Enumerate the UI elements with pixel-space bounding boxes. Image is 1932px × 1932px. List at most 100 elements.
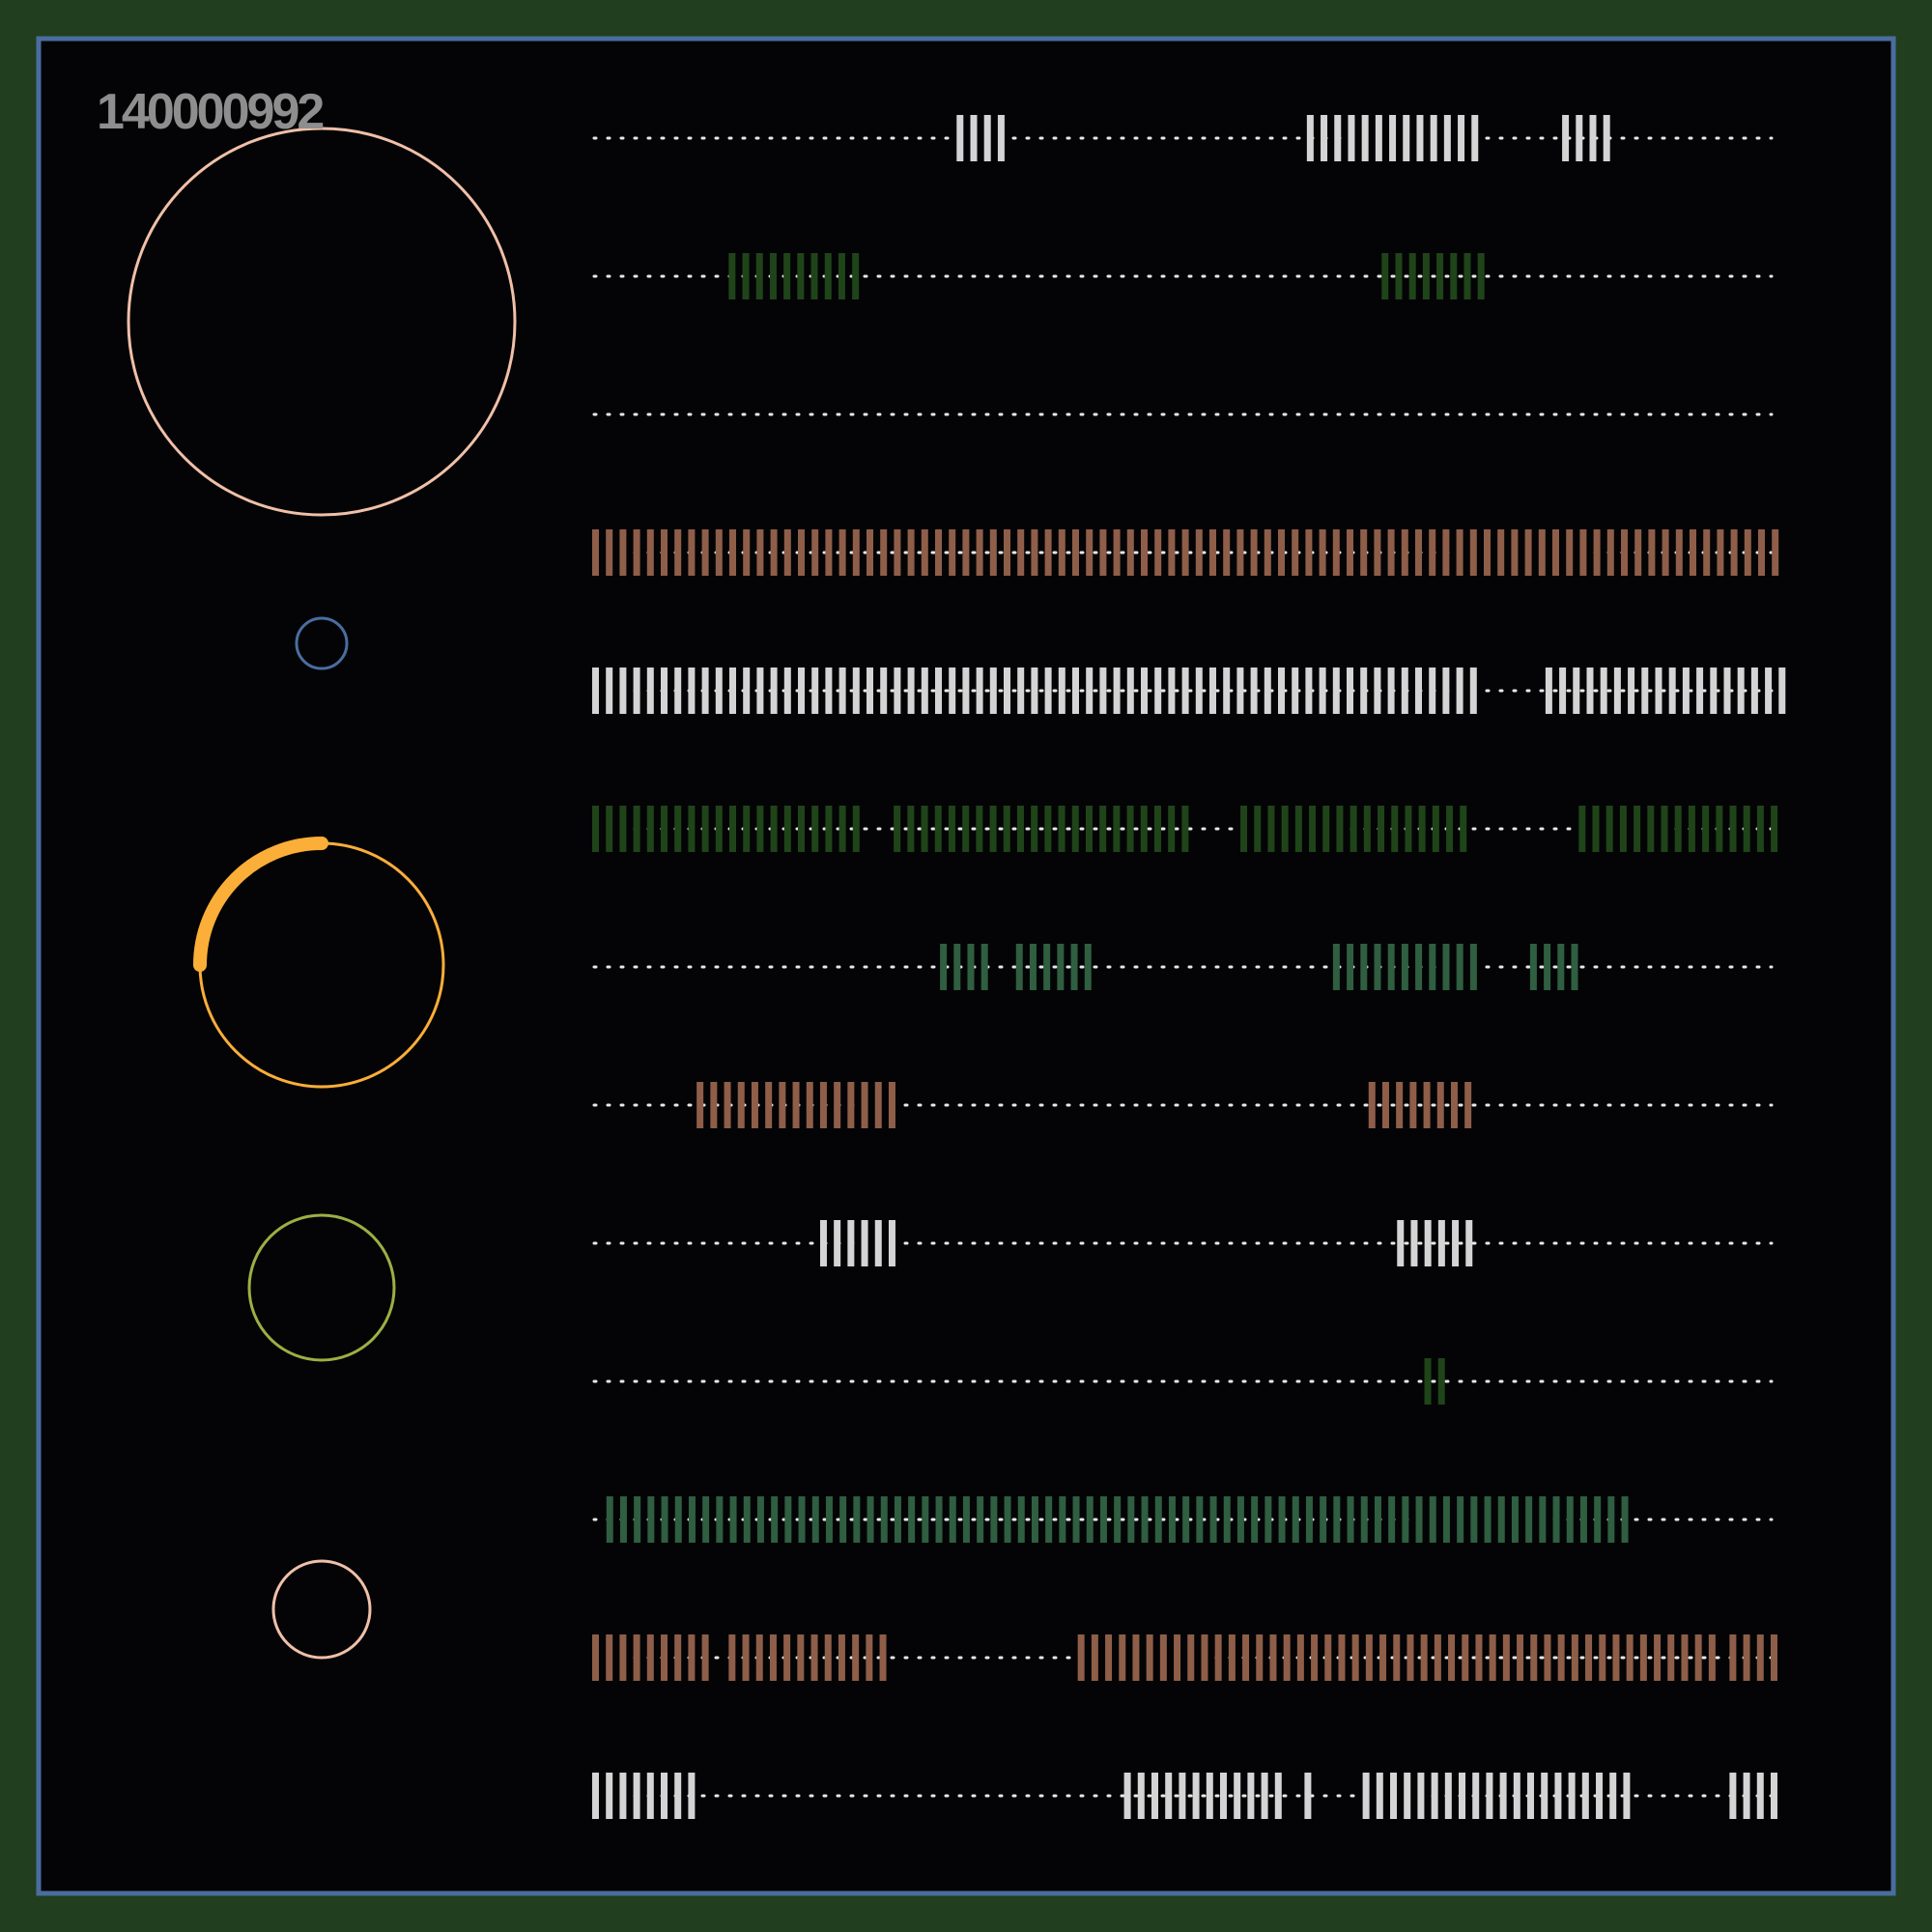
track-bar <box>824 253 832 299</box>
track-bar <box>1472 1773 1480 1819</box>
track-bar <box>743 529 751 576</box>
track-bar <box>646 529 654 576</box>
track-bar <box>1311 1634 1319 1681</box>
track-bar <box>646 1634 654 1681</box>
track-bar <box>1429 1496 1436 1543</box>
track-bar <box>810 253 818 299</box>
track-bar <box>1058 668 1065 714</box>
track-bar <box>880 1496 888 1543</box>
track-bar <box>1159 1634 1167 1681</box>
track-bar <box>949 668 956 714</box>
track-bar <box>1072 1496 1080 1543</box>
track-bar <box>1347 529 1353 576</box>
track-bar <box>980 944 988 990</box>
track-bar <box>606 806 613 852</box>
track-bar <box>688 1634 696 1681</box>
track-bar <box>1168 668 1176 714</box>
track-bar <box>1165 1773 1173 1819</box>
track-bar <box>834 1082 841 1128</box>
track-bar <box>894 668 901 714</box>
track-bar <box>1756 806 1764 852</box>
track-bar <box>701 668 709 714</box>
track-bar <box>949 1496 956 1543</box>
track-bar <box>867 1496 874 1543</box>
track-bar <box>1397 1220 1405 1266</box>
track-bar <box>1571 944 1578 990</box>
track-bar <box>619 806 627 852</box>
track-bar <box>852 668 860 714</box>
track-bar <box>1031 806 1038 852</box>
track-bar <box>1609 1773 1617 1819</box>
track-bar <box>997 115 1005 161</box>
track-bar <box>935 668 942 714</box>
track-bar <box>1579 1496 1587 1543</box>
track-bar <box>1137 1773 1145 1819</box>
track-bar <box>606 1773 613 1819</box>
track-bar <box>1016 806 1024 852</box>
track-bar <box>1304 1773 1312 1819</box>
track-bar <box>729 668 736 714</box>
track-bar <box>737 1082 745 1128</box>
track-bar <box>1389 115 1397 161</box>
track-bar <box>1058 806 1065 852</box>
track-bar <box>619 529 627 576</box>
track-bar <box>1626 1634 1634 1681</box>
track-bar <box>1168 529 1176 576</box>
track-bar <box>798 668 805 714</box>
track-bar <box>1770 1773 1777 1819</box>
track-bar <box>606 529 613 576</box>
track-bar <box>1360 529 1368 576</box>
track-bar <box>838 668 846 714</box>
track-bar <box>1292 668 1299 714</box>
track-bar <box>646 668 654 714</box>
track-bar <box>1710 668 1718 714</box>
track-bar <box>1261 1773 1268 1819</box>
track-bar <box>1387 944 1395 990</box>
track-bar <box>1324 1634 1332 1681</box>
track-bar <box>1182 1496 1190 1543</box>
track-bar <box>1017 529 1025 576</box>
track-bar <box>783 668 791 714</box>
track-bar <box>1554 1773 1562 1819</box>
track-bar <box>1437 1358 1445 1405</box>
track-bar <box>1416 115 1424 161</box>
track-bar <box>1154 529 1162 576</box>
track-bar <box>1374 944 1381 990</box>
track-bar <box>1513 1773 1520 1819</box>
track-bar <box>1361 115 1369 161</box>
track-bar <box>1743 1773 1750 1819</box>
track-bar <box>1471 115 1479 161</box>
track-bar <box>962 529 970 576</box>
track-bar <box>1309 806 1317 852</box>
track-bar <box>907 806 915 852</box>
track-bar <box>1613 668 1621 714</box>
track-bar <box>1099 529 1107 576</box>
track-bar <box>1527 1773 1535 1819</box>
track-bar <box>1264 668 1271 714</box>
track-bar <box>888 1082 895 1128</box>
track-bar <box>1187 1634 1195 1681</box>
track-bar <box>1648 529 1656 576</box>
track-bar <box>1594 1496 1602 1543</box>
track-bar <box>783 529 791 576</box>
track-bar <box>770 806 778 852</box>
track-bar <box>1758 529 1765 576</box>
track-bar <box>1634 806 1641 852</box>
track-bar <box>1621 1496 1629 1543</box>
track-bar <box>1596 1773 1604 1819</box>
track-bar <box>1463 253 1471 299</box>
track-bar <box>1334 115 1342 161</box>
track-bar <box>949 529 956 576</box>
track-bar <box>1274 1773 1282 1819</box>
track-bar <box>1240 806 1248 852</box>
track-bar <box>606 1496 613 1543</box>
track-bar <box>1254 806 1262 852</box>
track-bar <box>1332 944 1340 990</box>
track-bar <box>1750 668 1758 714</box>
track-bar <box>1348 115 1355 161</box>
track-bar <box>1077 1634 1085 1681</box>
track-bar <box>1360 1496 1368 1543</box>
track-bar <box>1294 806 1302 852</box>
track-bar <box>1623 1773 1631 1819</box>
track-bar <box>1743 806 1750 852</box>
